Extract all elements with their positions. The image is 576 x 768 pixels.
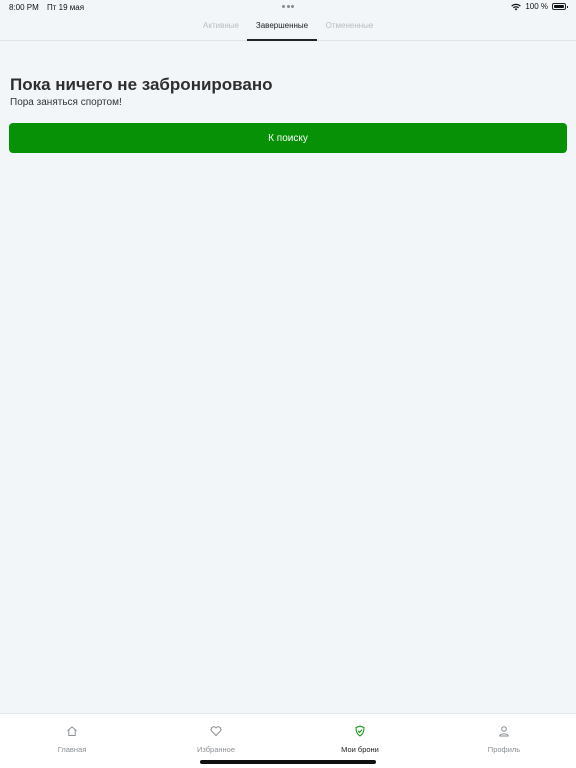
heart-icon [210, 726, 222, 737]
tab-completed-bookings[interactable]: Завершенные [247, 14, 317, 41]
empty-state-subtitle: Пора заняться спортом! [10, 97, 122, 108]
battery-percent: 100 % [525, 2, 548, 11]
nav-label-home: Главная [57, 745, 87, 754]
battery-icon [552, 3, 568, 10]
home-indicator[interactable] [200, 760, 376, 764]
status-bar: 8:00 PM Пт 19 мая 100 % [0, 0, 576, 14]
nav-label-favorites: Избранное [196, 745, 235, 754]
status-time: 8:00 PM [9, 3, 39, 12]
multitask-dots-icon[interactable] [282, 5, 294, 9]
booking-tabs: Активные Завершенные Отмененные [0, 14, 576, 41]
nav-item-my-bookings[interactable]: Мои брони [310, 714, 410, 758]
wifi-icon [511, 3, 522, 10]
tab-active-bookings[interactable]: Активные [198, 14, 244, 41]
nav-item-home[interactable]: Главная [22, 714, 122, 758]
nav-label-my-bookings: Мои брони [341, 745, 379, 754]
nav-label-profile: Профиль [487, 745, 521, 754]
shield-check-icon [355, 725, 365, 737]
go-to-search-button[interactable]: К поиску [9, 123, 567, 153]
status-right: 100 % [511, 2, 568, 11]
status-date: Пт 19 мая [47, 3, 85, 12]
nav-item-profile[interactable]: Профиль [454, 714, 554, 758]
home-icon [67, 726, 77, 736]
nav-item-favorites[interactable]: Избранное [166, 714, 266, 758]
empty-state-title: Пока ничего не забронировано [10, 75, 273, 94]
status-left: 8:00 PM Пт 19 мая [9, 3, 84, 12]
user-icon [499, 726, 509, 737]
tab-cancelled-bookings[interactable]: Отмененные [322, 14, 377, 41]
